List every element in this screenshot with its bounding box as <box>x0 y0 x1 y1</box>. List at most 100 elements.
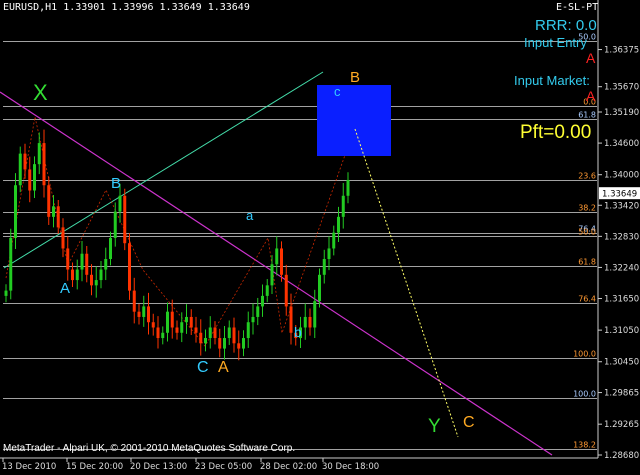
symbol-info: EURUSD,H1 1.33901 1.33996 1.33649 1.3364… <box>3 2 250 13</box>
candle-body <box>156 327 160 339</box>
candle-body <box>151 322 155 328</box>
time-axis: 13 Dec 2010 15 Dec 20:00 20 Dec 13:00 23 De… <box>0 457 598 472</box>
wave-labels: XBAaC AbcBY C <box>33 69 475 437</box>
candle-body <box>280 248 283 275</box>
candle-body <box>14 185 17 238</box>
candle-body <box>204 338 207 344</box>
candle-body <box>161 332 165 339</box>
candle-body <box>322 259 326 275</box>
candle-body <box>132 290 136 312</box>
price-tick-label: 1.31650 <box>604 295 639 305</box>
wave-label: A <box>218 359 229 376</box>
candle-body <box>180 322 184 333</box>
target-box-group <box>317 85 391 156</box>
time-tick-label: 15 Dec 20:00 <box>66 462 123 472</box>
candle-body <box>218 338 222 349</box>
pft-label: Pft=0.00 <box>520 122 592 143</box>
candle-body <box>242 338 245 349</box>
candle-body <box>4 290 8 296</box>
target-box[interactable] <box>317 85 391 156</box>
candle-body <box>61 227 65 249</box>
time-tick-label: 23 Dec 05:00 <box>195 462 252 472</box>
price-tick-label: 1.29265 <box>604 420 639 430</box>
candle-body <box>199 332 203 344</box>
wave-label: B <box>111 175 121 192</box>
candle-body <box>194 327 198 333</box>
market-value: A <box>586 88 596 104</box>
fib-level-label: 50.0 <box>578 228 596 237</box>
candle-body <box>303 316 307 328</box>
candle-body <box>147 306 150 323</box>
candle-body <box>42 143 46 186</box>
price-tick-label: 1.34600 <box>604 139 639 149</box>
candle-body <box>99 269 103 281</box>
projection-dotted-line <box>354 128 459 438</box>
candle-body <box>142 306 146 317</box>
candle-body <box>208 327 212 339</box>
price-tick-label: 1.28680 <box>604 451 639 461</box>
wave-label: C <box>463 414 475 431</box>
wave-label: Y <box>428 416 441 437</box>
candle-body <box>261 295 264 307</box>
wave-label: b <box>294 324 302 340</box>
price-chart[interactable]: 50.00.061.823.638.276.450.061.876.4100.0… <box>0 0 640 475</box>
time-tick-label: 30 Dec 18:00 <box>322 462 379 472</box>
candle-body <box>28 169 32 191</box>
current-price-label: 1.33649 <box>602 190 637 200</box>
fib-level-label: 100.0 <box>573 390 596 399</box>
price-tick-label: 1.35670 <box>604 83 639 93</box>
candle-body <box>327 248 331 259</box>
fib-level-label: 23.6 <box>578 172 596 181</box>
candle-body <box>137 311 141 317</box>
candle-body <box>185 316 188 323</box>
candle-body <box>75 269 79 281</box>
candle-body <box>227 327 231 339</box>
candle-body <box>346 179 350 196</box>
fib-level-label: 100.0 <box>573 350 596 359</box>
candle-body <box>175 327 179 333</box>
candle-body <box>18 153 22 186</box>
candle-body <box>37 143 41 165</box>
time-tick-label: 13 Dec 2010 <box>2 462 56 472</box>
fib-level-label: 76.4 <box>578 295 596 304</box>
candle-body <box>332 232 336 249</box>
candle-body <box>189 316 193 328</box>
candle-body <box>85 253 89 275</box>
entry-value: A <box>586 50 596 66</box>
candle-body <box>71 269 74 281</box>
candle-body <box>256 306 260 317</box>
rrr-label: RRR: 0.0 <box>535 17 597 34</box>
descending-trendline[interactable] <box>0 91 553 456</box>
wave-label: C <box>197 359 209 376</box>
ascending-trendline[interactable] <box>3 71 324 269</box>
fib-level-label: 61.8 <box>578 258 596 267</box>
candle-body <box>104 259 108 270</box>
candle-body <box>289 306 293 333</box>
candle-body <box>56 206 60 228</box>
candle-body <box>318 274 321 302</box>
price-tick-label: 1.32830 <box>604 232 639 242</box>
fib-levels: 50.00.061.823.638.276.450.061.876.4100.0… <box>3 33 597 450</box>
candle-body <box>118 195 122 212</box>
chart-window: 50.0 0.0 61.8 23.6 38.2 76.4 50.0 61.8 76.4 100.0… <box>0 0 640 475</box>
candle-body <box>123 195 127 244</box>
indicator-name: E-SL-PT <box>556 2 599 13</box>
candle-body <box>109 237 112 259</box>
candle-body <box>113 211 117 238</box>
copyright-text: MetaTrader - Alpari UK, © 2001-2010 Meta… <box>3 443 296 454</box>
fib-level-label: 138.2 <box>573 441 596 450</box>
fib-level-label: 61.8 <box>578 111 596 120</box>
time-tick-label: 28 Dec 02:00 <box>260 462 317 472</box>
candle-body <box>232 327 236 344</box>
candle-body <box>313 301 317 328</box>
candle-body <box>265 285 269 296</box>
price-tick-label: 1.30450 <box>604 358 639 368</box>
candle-body <box>166 311 169 333</box>
candle-body <box>337 216 340 233</box>
candle-body <box>47 185 51 217</box>
candle-body <box>341 195 345 217</box>
price-tick-label: 1.29865 <box>604 389 639 399</box>
candle-body <box>52 206 55 217</box>
price-tick-label: 1.31050 <box>604 326 639 336</box>
price-axis: 1.36375 1.35670 1.35190 1.34600 1.34000 1.334… <box>597 0 640 461</box>
